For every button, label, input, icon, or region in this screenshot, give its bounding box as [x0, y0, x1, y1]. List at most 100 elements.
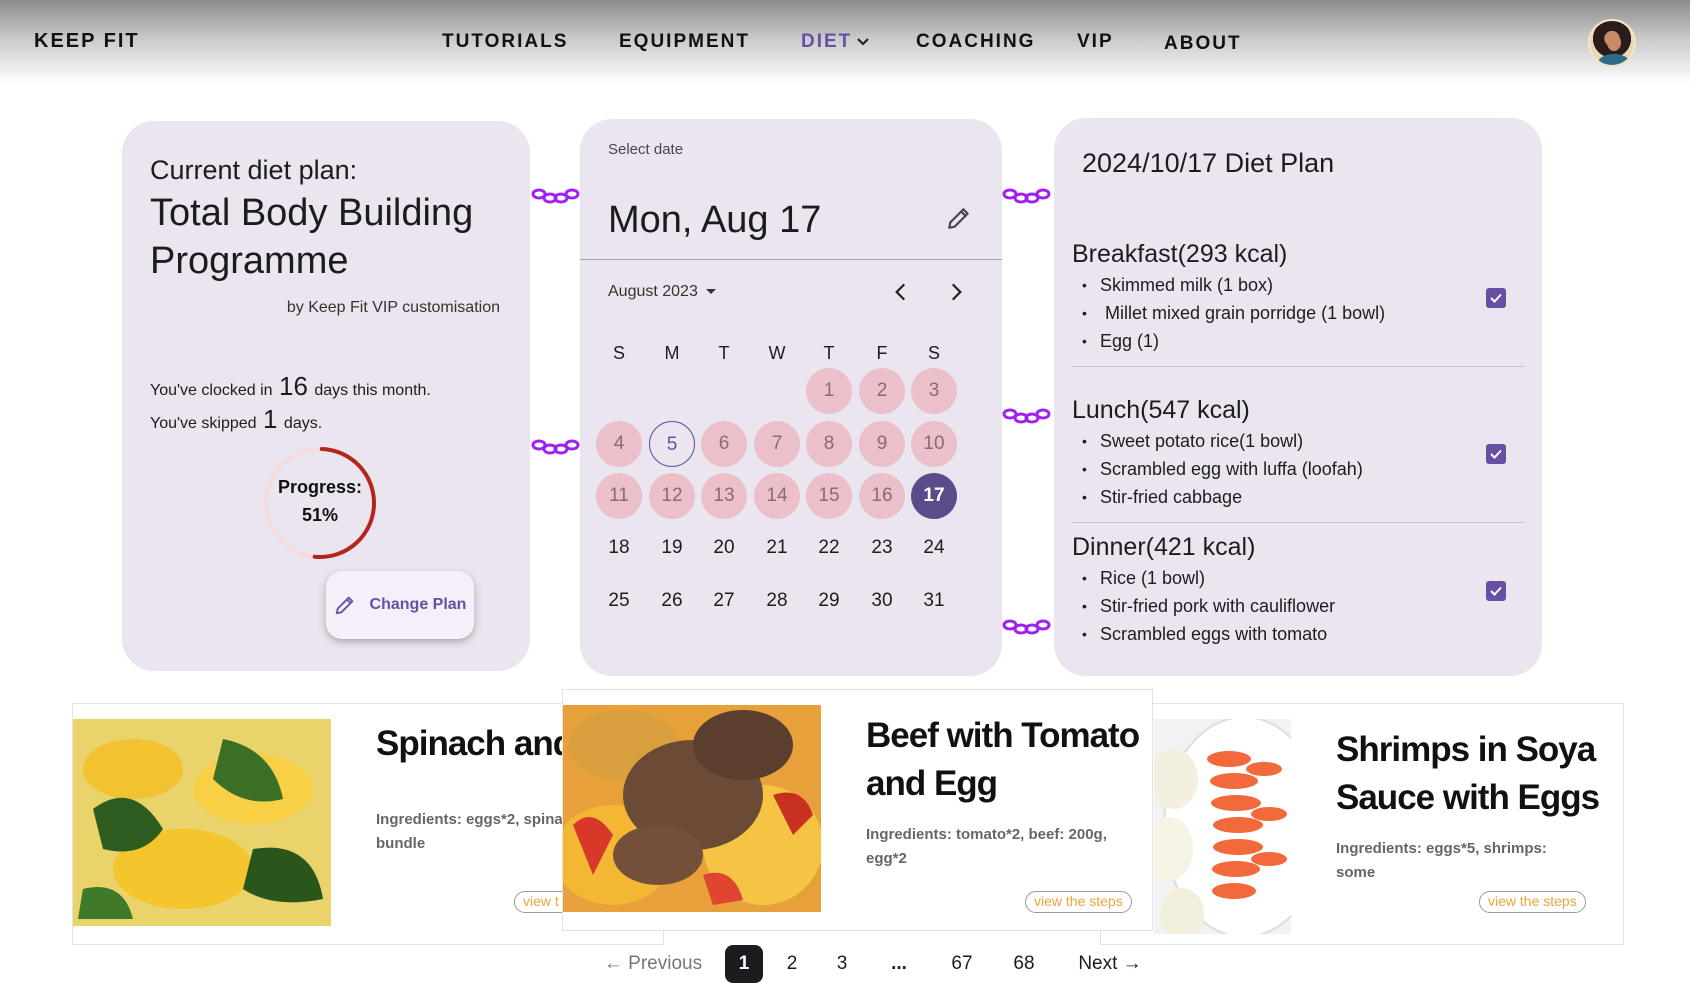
- calendar-day-19[interactable]: 19: [649, 525, 695, 571]
- calendar-day-9[interactable]: 9: [859, 421, 905, 467]
- nav-diet[interactable]: DIET: [801, 31, 870, 53]
- calendar-day-25[interactable]: 25: [596, 578, 642, 624]
- recipe-card-shrimps[interactable]: Shrimps in Soya Sauce with Eggs Ingredie…: [1100, 703, 1624, 945]
- calendar-day-29[interactable]: 29: [806, 578, 852, 624]
- recipe-title-line: and Egg: [866, 764, 998, 803]
- calendar-day-31[interactable]: 31: [911, 578, 957, 624]
- page-button-1[interactable]: 1: [725, 945, 763, 983]
- calendar-day-12[interactable]: 12: [649, 473, 695, 519]
- previous-month-icon[interactable]: [888, 279, 914, 305]
- avatar[interactable]: [1588, 19, 1636, 67]
- calendar-day-2[interactable]: 2: [859, 368, 905, 414]
- calendar-day-28[interactable]: 28: [754, 578, 800, 624]
- check-icon: [1490, 586, 1502, 596]
- view-steps-button[interactable]: view the steps: [1025, 891, 1132, 913]
- plan-author: by Keep Fit VIP customisation: [286, 299, 500, 316]
- dinner-checkbox[interactable]: [1486, 581, 1506, 601]
- nav-about[interactable]: ABOUT: [1164, 33, 1242, 55]
- recipe-title: Spinach and: [376, 724, 574, 763]
- calendar-day-13[interactable]: 13: [701, 473, 747, 519]
- ingredients-line: Ingredients: eggs*5, shrimps:: [1336, 840, 1547, 857]
- pencil-icon: [335, 596, 353, 615]
- top-nav: KEEP FIT TUTORIALS EQUIPMENT DIET COACHI…: [0, 0, 1690, 84]
- meal-item: Skimmed milk (1 box): [1072, 271, 1524, 299]
- page-button-67[interactable]: 67: [943, 945, 981, 983]
- plan-label: Current diet plan:: [150, 155, 358, 185]
- recipe-title-line: Shrimps in Soya: [1336, 730, 1596, 769]
- weekday-header: S: [927, 343, 940, 363]
- brand-logo[interactable]: KEEP FIT: [34, 30, 140, 53]
- calendar-day-24[interactable]: 24: [911, 525, 957, 571]
- calendar-day-7[interactable]: 7: [754, 421, 800, 467]
- chain-link-icon: [531, 188, 580, 204]
- previous-page-button[interactable]: ← Previous: [598, 945, 708, 983]
- clocked-days: 16: [279, 371, 308, 401]
- calendar-day-10[interactable]: 10: [911, 421, 957, 467]
- check-icon: [1490, 449, 1502, 459]
- change-plan-label: Change Plan: [369, 596, 467, 613]
- clocked-prefix: You've clocked in: [150, 382, 273, 399]
- recipe-ingredients: Ingredients: tomato*2, beef: 200g, egg*2: [866, 823, 1107, 871]
- meal-item: Rice (1 bowl): [1072, 564, 1524, 592]
- calendar-day-3[interactable]: 3: [911, 368, 957, 414]
- recipe-photo-shrimps-eggs: [1154, 719, 1291, 934]
- calendar-day-27[interactable]: 27: [701, 578, 747, 624]
- view-steps-button[interactable]: view the steps: [1479, 891, 1586, 913]
- calendar-day-26[interactable]: 26: [649, 578, 695, 624]
- meal-item: Scrambled eggs with tomato: [1072, 620, 1524, 648]
- recipe-card-beef[interactable]: Beef with Tomato and Egg Ingredients: to…: [562, 689, 1153, 931]
- edit-date-icon[interactable]: [946, 205, 972, 231]
- skipped-stat: You've skipped 1 days.: [150, 404, 322, 435]
- nav-coaching[interactable]: COACHING: [916, 31, 1035, 53]
- lunch-checkbox[interactable]: [1486, 444, 1506, 464]
- meal-heading: Dinner(421 kcal): [1072, 533, 1256, 561]
- plan-card: Current diet plan: Total Body Building P…: [122, 121, 530, 671]
- progress-label: Progress:: [277, 477, 363, 497]
- page-button-68[interactable]: 68: [1005, 945, 1043, 983]
- meal-item: Sweet potato rice(1 bowl): [1072, 427, 1524, 455]
- calendar-day-22[interactable]: 22: [806, 525, 852, 571]
- meal-item: Stir-fried pork with cauliflower: [1072, 592, 1524, 620]
- page-button-3[interactable]: 3: [823, 945, 861, 983]
- calendar-day-21[interactable]: 21: [754, 525, 800, 571]
- calendar-day-18[interactable]: 18: [596, 525, 642, 571]
- calendar-day-15[interactable]: 15: [806, 473, 852, 519]
- weekday-header: W: [768, 343, 786, 363]
- calendar-day-17[interactable]: 17: [911, 473, 957, 519]
- calendar-day-8[interactable]: 8: [806, 421, 852, 467]
- chain-link-icon: [531, 439, 580, 455]
- nav-vip[interactable]: VIP: [1077, 31, 1114, 53]
- calendar-day-30[interactable]: 30: [859, 578, 905, 624]
- calendar-divider: [580, 259, 1002, 260]
- ingredients-line: Ingredients: eggs*2, spina: [376, 811, 563, 828]
- calendar-day-23[interactable]: 23: [859, 525, 905, 571]
- nav-diet-label: DIET: [801, 31, 853, 52]
- calendar-day-5[interactable]: 5: [649, 421, 695, 467]
- nav-tutorials[interactable]: TUTORIALS: [442, 31, 568, 53]
- month-selector[interactable]: August 2023: [608, 283, 716, 301]
- calendar-day-4[interactable]: 4: [596, 421, 642, 467]
- check-icon: [1490, 293, 1502, 303]
- chevron-down-icon: [857, 38, 869, 46]
- calendar-day-1[interactable]: 1: [806, 368, 852, 414]
- recipe-title-line: Beef with Tomato: [866, 716, 1140, 755]
- arrow-left-icon: ←: [603, 953, 623, 974]
- calendar-day-20[interactable]: 20: [701, 525, 747, 571]
- calendar-day-11[interactable]: 11: [596, 473, 642, 519]
- calendar-day-14[interactable]: 14: [754, 473, 800, 519]
- page-button-2[interactable]: 2: [773, 945, 811, 983]
- nav-equipment[interactable]: EQUIPMENT: [619, 31, 750, 53]
- weekday-header: F: [876, 343, 888, 363]
- recipe-title-line: Sauce with Eggs: [1336, 778, 1600, 817]
- chain-link-icon: [1002, 619, 1051, 635]
- next-month-icon[interactable]: [943, 279, 969, 305]
- meal-divider: [1072, 522, 1524, 523]
- calendar-day-6[interactable]: 6: [701, 421, 747, 467]
- page-ellipsis: ...: [891, 953, 907, 974]
- next-page-button[interactable]: Next →: [1070, 945, 1150, 983]
- arrow-right-icon: →: [1122, 953, 1142, 974]
- meal-heading: Lunch(547 kcal): [1072, 396, 1250, 424]
- calendar-day-16[interactable]: 16: [859, 473, 905, 519]
- change-plan-button[interactable]: Change Plan: [326, 571, 474, 639]
- breakfast-checkbox[interactable]: [1486, 288, 1506, 308]
